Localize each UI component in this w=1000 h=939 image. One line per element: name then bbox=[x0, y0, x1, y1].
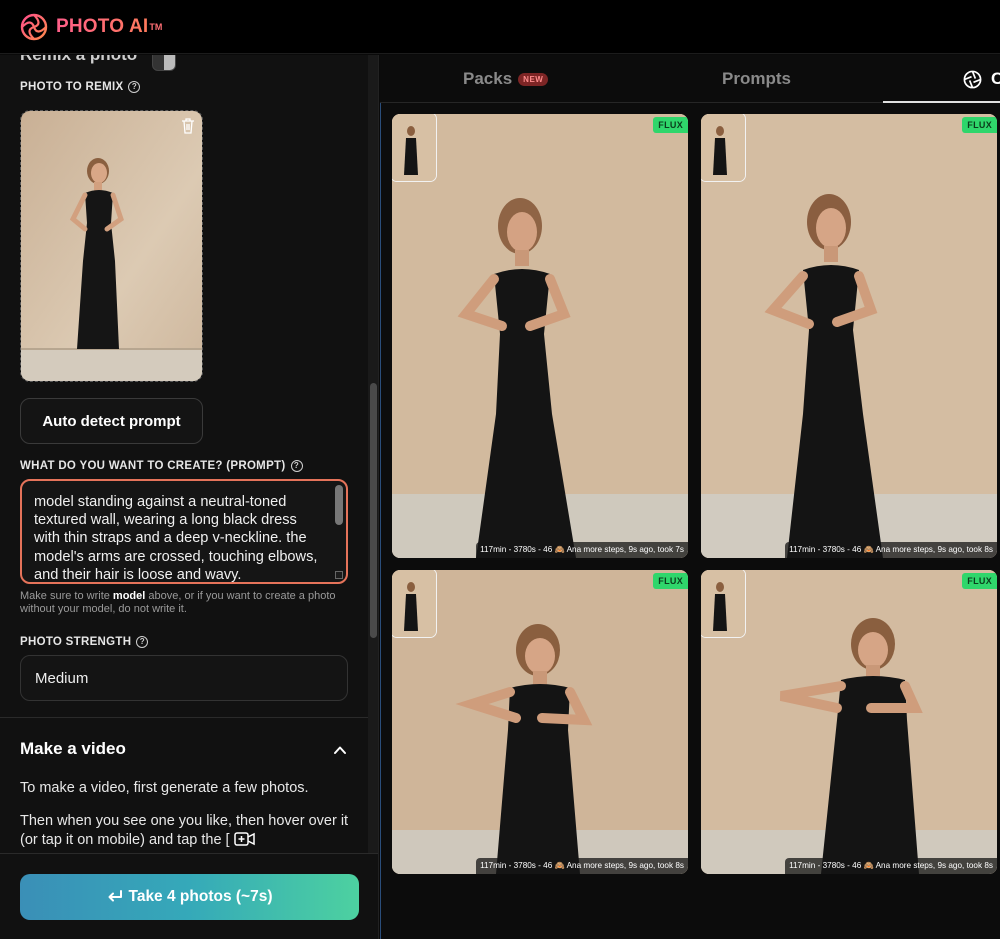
help-icon[interactable]: ? bbox=[128, 81, 141, 93]
aperture-icon bbox=[963, 70, 982, 88]
new-badge: NEW bbox=[518, 72, 549, 86]
prompt-hint: Make sure to write model above, or if yo… bbox=[20, 590, 350, 616]
generated-photo-image bbox=[701, 114, 997, 558]
gallery-photo-3[interactable]: FLUX 117min - 3780s - 46 🙈 Ana more step… bbox=[392, 570, 688, 874]
gallery-tabs: Packs NEW Prompts C bbox=[380, 55, 1000, 103]
section-divider bbox=[0, 717, 368, 718]
photo-strength-label: PHOTO STRENGTH ? bbox=[20, 636, 149, 648]
gallery-photo-4[interactable]: FLUX 117min - 3780s - 46 🙈 Ana more step… bbox=[701, 570, 997, 874]
settings-panel: Remix a photo PHOTO TO REMIX ? bbox=[0, 55, 379, 939]
source-thumbnail[interactable] bbox=[701, 114, 746, 182]
source-thumbnail[interactable] bbox=[392, 570, 437, 638]
tab-active[interactable]: C bbox=[963, 55, 1000, 103]
enter-arrow-icon bbox=[108, 890, 122, 902]
active-tab-indicator bbox=[883, 101, 1000, 103]
prompt-scrollbar-thumb[interactable] bbox=[335, 485, 343, 525]
video-instructions-2: Then when you see one you like, then hov… bbox=[20, 812, 350, 850]
photo-meta: 117min - 3780s - 46 🙈 Ana more steps, 9s… bbox=[476, 542, 688, 558]
take-photos-label: Take 4 photos (~7s) bbox=[128, 888, 273, 905]
flux-badge: FLUX bbox=[962, 573, 997, 589]
tab-packs[interactable]: Packs NEW bbox=[463, 55, 549, 103]
brand-trademark: TM bbox=[149, 21, 163, 32]
prompt-text: model standing against a neutral-toned t… bbox=[34, 494, 318, 583]
source-thumbnail[interactable] bbox=[392, 114, 437, 182]
trash-icon[interactable] bbox=[181, 118, 195, 134]
hint-bold: model bbox=[112, 590, 146, 602]
logo-icon[interactable] bbox=[20, 13, 48, 41]
help-icon[interactable]: ? bbox=[290, 460, 303, 472]
flux-badge: FLUX bbox=[653, 117, 688, 133]
brand-name[interactable]: PHOTO AI bbox=[56, 16, 148, 38]
tab-active-label: C bbox=[991, 69, 1000, 88]
hint-prefix: Make sure to write bbox=[20, 590, 113, 602]
photo-to-remix-text: PHOTO TO REMIX bbox=[20, 81, 124, 93]
photo-strength-select[interactable]: Medium bbox=[20, 655, 348, 701]
help-icon[interactable]: ? bbox=[136, 636, 149, 648]
gallery-photo-1[interactable]: FLUX 117min - 3780s - 46 🙈 Ana more step… bbox=[392, 114, 688, 558]
video-instructions-1: To make a video, first generate a few ph… bbox=[20, 780, 309, 796]
make-video-title[interactable]: Make a video bbox=[20, 739, 126, 759]
photo-meta: 117min - 3780s - 46 🙈 Ana more steps, 9s… bbox=[476, 858, 688, 874]
gallery-panel: Packs NEW Prompts C FLUX 117min - 3780s … bbox=[380, 55, 1000, 939]
video-plus-icon bbox=[233, 832, 255, 846]
tab-packs-label: Packs bbox=[463, 69, 513, 88]
photo-to-remix-label: PHOTO TO REMIX ? bbox=[20, 81, 141, 93]
remix-photo-image bbox=[21, 111, 202, 381]
settings-scroll-area[interactable]: Remix a photo PHOTO TO REMIX ? bbox=[0, 55, 368, 853]
action-bar: Take 4 photos (~7s) bbox=[0, 853, 378, 939]
app-header: PHOTO AI TM bbox=[0, 0, 1000, 54]
prompt-label: WHAT DO YOU WANT TO CREATE? (PROMPT) ? bbox=[20, 460, 303, 472]
remix-section-title: Remix a photo bbox=[20, 55, 137, 65]
chevron-up-icon[interactable] bbox=[333, 743, 347, 757]
take-photos-button[interactable]: Take 4 photos (~7s) bbox=[20, 874, 359, 920]
remix-photo-preview[interactable] bbox=[20, 110, 203, 382]
flux-badge: FLUX bbox=[653, 573, 688, 589]
source-thumbnail[interactable] bbox=[701, 570, 746, 638]
prompt-label-text: WHAT DO YOU WANT TO CREATE? (PROMPT) bbox=[20, 460, 286, 472]
model-avatar[interactable] bbox=[152, 55, 176, 71]
settings-scrollbar-thumb[interactable] bbox=[370, 383, 377, 638]
video-instructions-2-text: Then when you see one you like, then hov… bbox=[20, 813, 349, 848]
tab-prompts[interactable]: Prompts bbox=[722, 55, 791, 103]
prompt-textarea[interactable]: model standing against a neutral-toned t… bbox=[20, 479, 348, 584]
flux-badge: FLUX bbox=[962, 117, 997, 133]
tab-prompts-label: Prompts bbox=[722, 69, 791, 88]
generated-photo-image bbox=[392, 114, 688, 558]
gallery-photo-2[interactable]: FLUX 117min - 3780s - 46 🙈 Ana more step… bbox=[701, 114, 997, 558]
photo-strength-text: PHOTO STRENGTH bbox=[20, 636, 132, 648]
photo-meta: 117min - 3780s - 46 🙈 Ana more steps, 9s… bbox=[785, 542, 997, 558]
photo-meta: 117min - 3780s - 46 🙈 Ana more steps, 9s… bbox=[785, 858, 997, 874]
auto-detect-prompt-button[interactable]: Auto detect prompt bbox=[20, 398, 203, 444]
prompt-scroll-arrow[interactable] bbox=[335, 571, 343, 579]
panel-edge bbox=[380, 103, 381, 939]
